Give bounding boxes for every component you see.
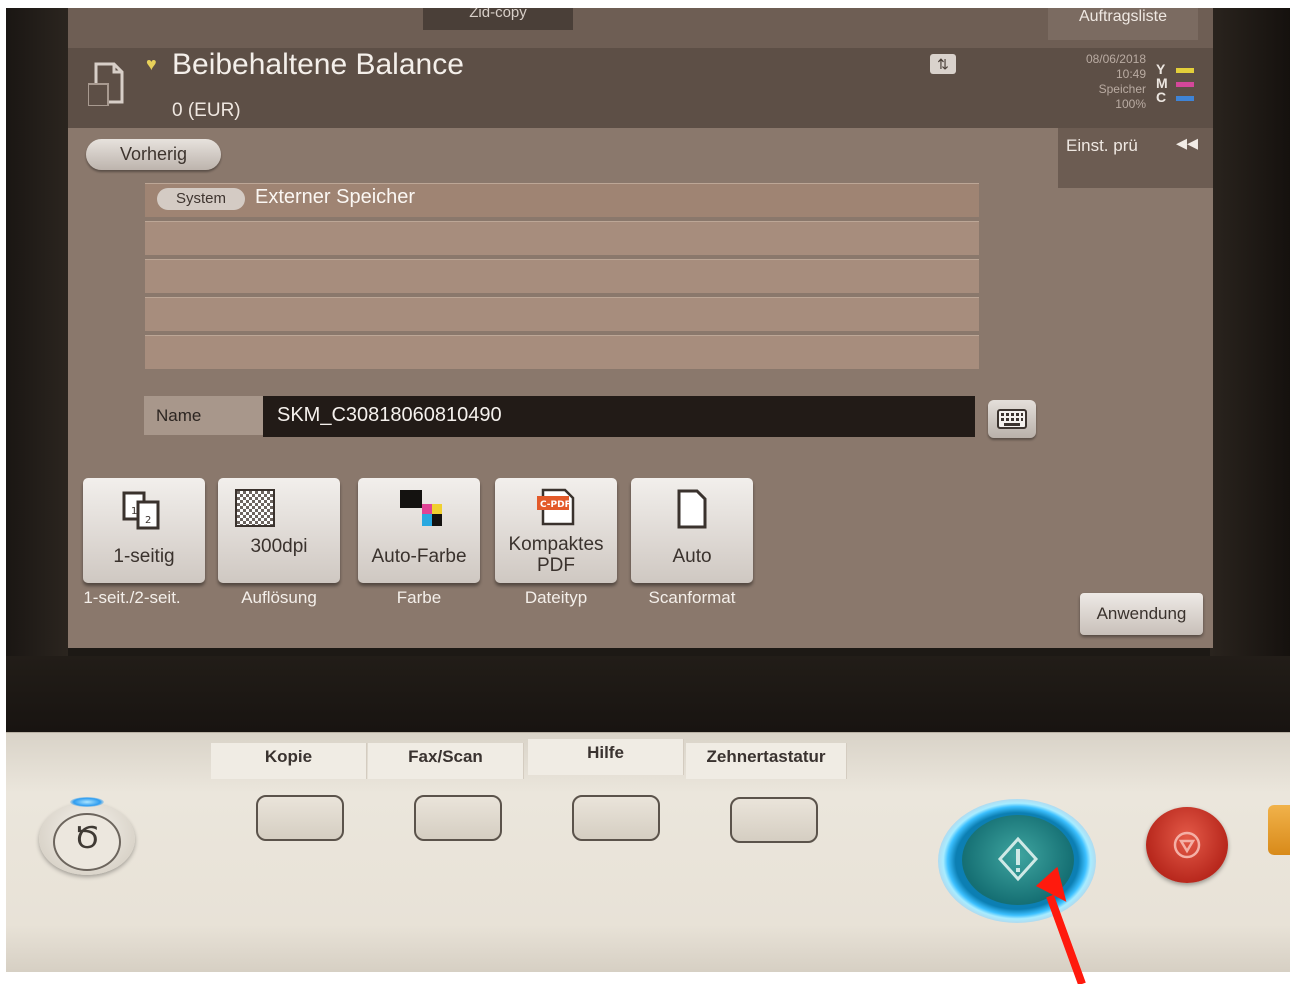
tab-copy[interactable]: Zid-copy [423, 8, 573, 30]
toner-letter-y: Y [1156, 61, 1166, 77]
resolution-caption: Auflösung [241, 588, 317, 607]
bulb-icon: ♥ [146, 54, 157, 74]
duplex-value: 1-seitig [113, 546, 175, 567]
balance-value: 0 (EUR) [172, 100, 241, 121]
bezel-right [1210, 8, 1290, 738]
toner-letter-m: M [1156, 75, 1168, 91]
fax-scan-key-label: Fax/Scan [368, 743, 524, 779]
scan-size-caption: Scanformat [648, 588, 736, 607]
duplex-tile[interactable]: 1 2 1-seitig [83, 478, 205, 583]
keypad-key[interactable] [730, 797, 818, 843]
annotation-arrow-icon [1035, 866, 1086, 984]
file-type-caption: Dateityp [524, 588, 588, 607]
device-photo: Zid-copy Auftragsliste ♥ Beibehaltene Ba… [6, 8, 1290, 972]
pdf-badge: C-PDF [540, 500, 571, 510]
stop-icon [1173, 831, 1201, 859]
color-caption: Farbe [396, 588, 442, 607]
back-button[interactable]: Vorherig [86, 139, 221, 170]
status-panel: 08/06/2018 10:49 Speicher 100% Y M C [1058, 48, 1213, 128]
color-value: Auto-Farbe [371, 546, 467, 567]
header: ♥ Beibehaltene Balance 0 (EUR) ⇅ [68, 48, 1058, 128]
bezel-bottom [6, 656, 1290, 740]
scan-size-tile[interactable]: Auto [631, 478, 753, 583]
collapse-icon[interactable]: ◂◂ [1176, 130, 1198, 156]
touch-screen: Zid-copy Auftragsliste ♥ Beibehaltene Ba… [68, 8, 1213, 648]
tab-job-list[interactable]: Auftragsliste [1048, 8, 1198, 40]
bezel-left [6, 8, 68, 738]
file-type-line1: Kompaktes [508, 534, 604, 555]
color-tile[interactable]: Auto-Farbe [358, 478, 480, 583]
pdf-icon: C-PDF [537, 488, 575, 526]
name-label: Name [144, 396, 263, 435]
memory-label: Speicher [1098, 82, 1146, 96]
page-icon [677, 489, 707, 529]
settings-check-label: Einst. prü [1066, 136, 1138, 155]
page-title: Beibehaltene Balance [172, 48, 464, 81]
fax-scan-key[interactable] [414, 795, 502, 841]
list-item-label: Externer Speicher [255, 186, 416, 208]
memory-value: 100% [1115, 97, 1146, 111]
toner-letter-c: C [1156, 89, 1167, 105]
system-badge: System [157, 188, 245, 210]
document-icon [88, 62, 124, 106]
power-led [70, 797, 104, 807]
toner-bar-c [1176, 96, 1194, 101]
toner-bar-m [1176, 82, 1194, 87]
destination-list: System Externer Speicher [145, 183, 979, 373]
file-type-line2: PDF [537, 555, 575, 576]
top-strip [68, 8, 1213, 48]
svg-text:1: 1 [131, 506, 137, 517]
settings-check-panel[interactable]: Einst. prü ◂◂ [1058, 128, 1213, 188]
power-save-icon: Ծ [74, 822, 100, 855]
transfer-icon[interactable]: ⇅ [930, 54, 956, 74]
list-item[interactable]: System Externer Speicher [145, 183, 979, 217]
resolution-value: 300dpi [250, 536, 308, 557]
list-item[interactable] [145, 259, 979, 293]
list-item[interactable] [145, 297, 979, 331]
reset-button[interactable] [1268, 805, 1290, 855]
apply-button[interactable]: Anwendung [1080, 593, 1203, 635]
keyboard-icon [997, 409, 1027, 429]
copy-key-label: Kopie [211, 743, 367, 779]
date-text: 08/06/2018 [1085, 52, 1146, 66]
toner-bar-y [1176, 68, 1194, 73]
duplex-caption: 1-seit./2-seit. [83, 588, 181, 607]
color-icon [400, 490, 442, 526]
copy-key[interactable] [256, 795, 344, 841]
keypad-key-label: Zehnertastatur [686, 743, 847, 779]
list-item[interactable] [145, 221, 979, 255]
scan-size-value: Auto [672, 546, 712, 567]
help-key[interactable] [572, 795, 660, 841]
time-text: 10:49 [1115, 67, 1146, 81]
file-type-tile[interactable]: C-PDF Kompaktes PDF [495, 478, 617, 583]
keyboard-button[interactable] [988, 400, 1036, 438]
file-name-input[interactable]: SKM_C30818060810490 [263, 396, 975, 437]
help-key-label: Hilfe [528, 739, 684, 775]
list-item[interactable] [145, 335, 979, 369]
resolution-icon [235, 489, 275, 527]
duplex-icon: 1 2 [122, 491, 160, 530]
resolution-tile[interactable]: 300dpi [218, 478, 340, 583]
svg-text:2: 2 [145, 515, 151, 526]
datetime: 08/06/2018 10:49 Speicher 100% [1058, 52, 1146, 112]
